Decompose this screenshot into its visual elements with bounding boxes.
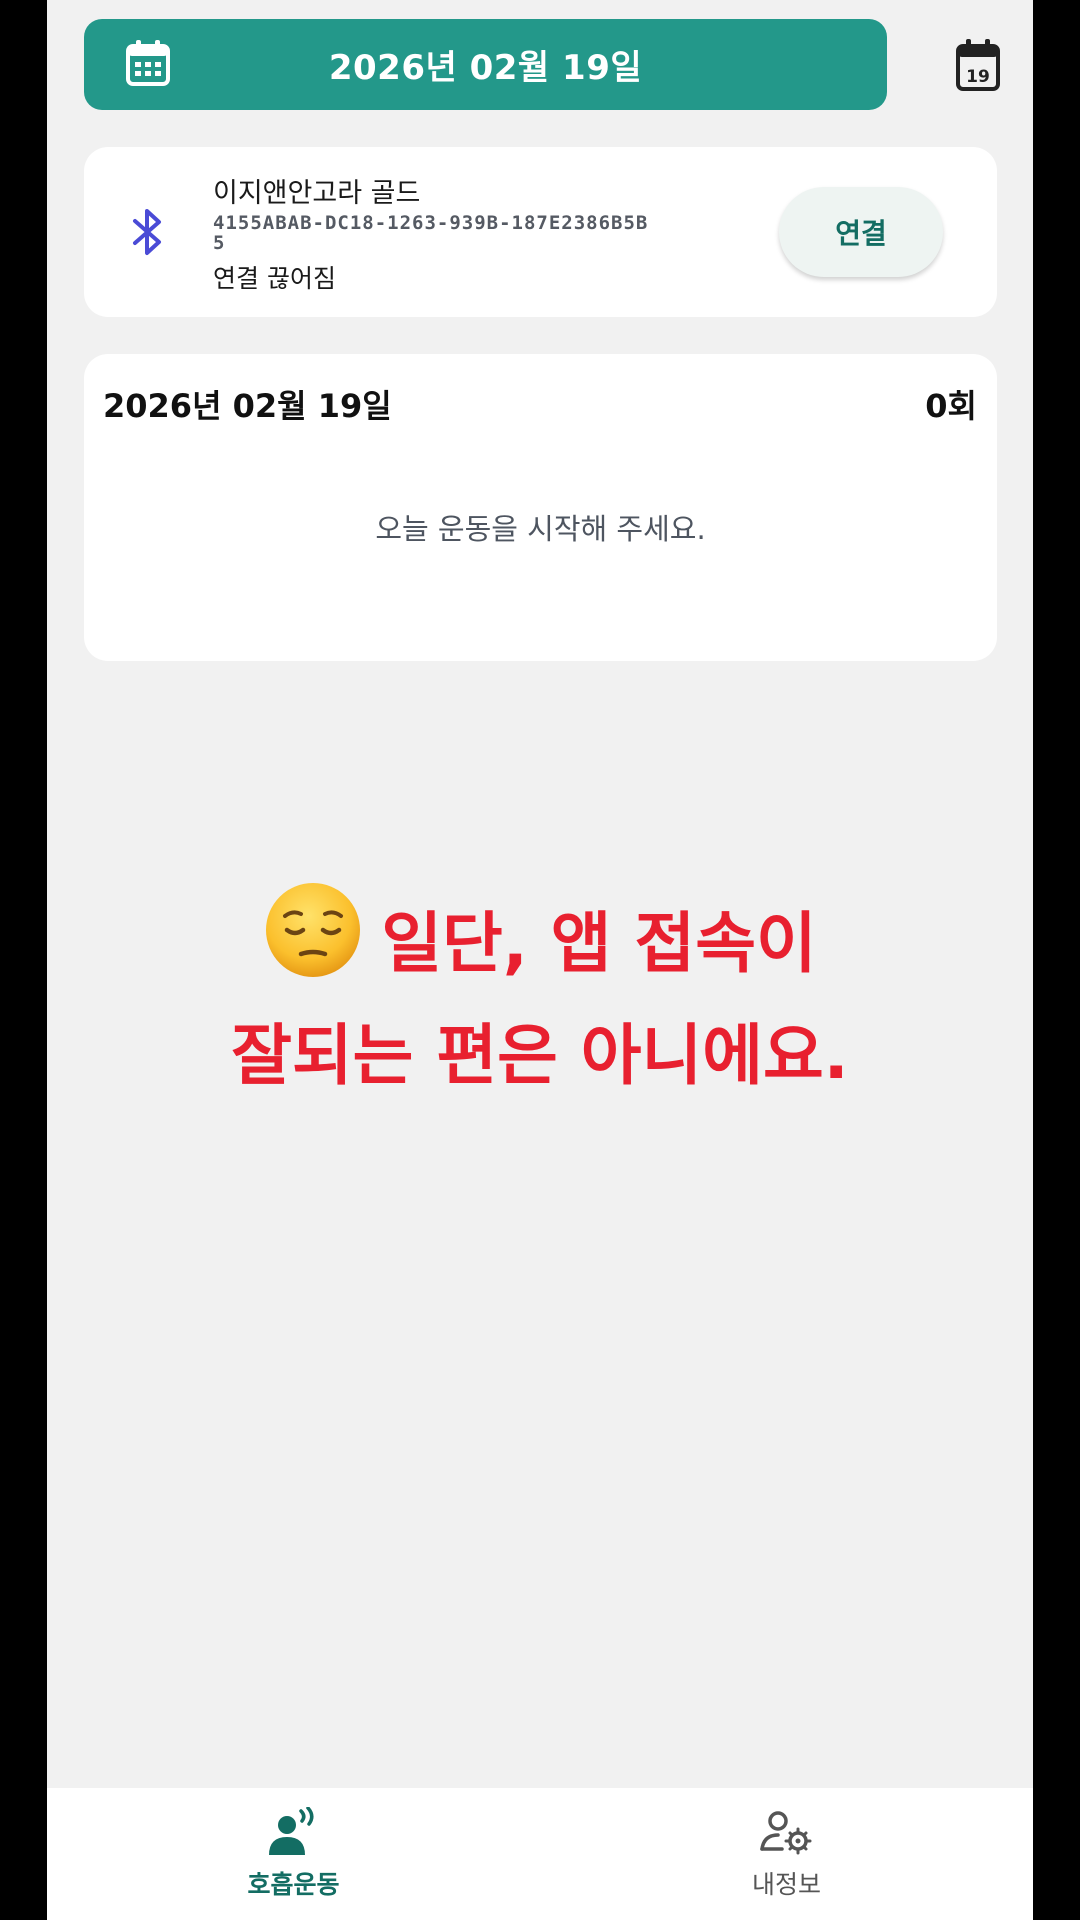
date-selector[interactable]: 2026년 02월 19일: [84, 19, 887, 110]
overlay-caption: 일단, 앱 접속이 잘되는 편은 아니에요.: [47, 880, 1033, 1112]
device-uuid: 4155ABAB-DC18-1263-939B-187E2386B5B5: [213, 212, 649, 254]
user-settings-icon: [759, 1811, 811, 1855]
nav-label-breathing: 호흡운동: [247, 1870, 340, 1899]
pensive-face-emoji: [266, 883, 361, 977]
empty-message: 오늘 운동을 시작해 주세요.: [375, 512, 706, 546]
device-card: 이지앤안고라 골드 4155ABAB-DC18-1263-939B-187E23…: [84, 147, 997, 317]
device-name: 이지앤안고라 골드: [213, 178, 421, 209]
caption-line-2: 잘되는 편은 아니에요.: [231, 1017, 849, 1094]
exercise-summary-card: 2026년 02월 19일 0회 오늘 운동을 시작해 주세요.: [84, 354, 997, 661]
caption-text-1: 일단, 앱 접속이: [381, 905, 817, 982]
today-day: 19: [966, 67, 990, 87]
nav-tab-breathing[interactable]: 호흡운동: [47, 1788, 540, 1920]
nav-tab-my-info[interactable]: 내정보: [540, 1788, 1033, 1920]
nav-label-my-info: 내정보: [751, 1870, 821, 1899]
bluetooth-icon: [133, 209, 161, 255]
caption-line-1: 일단, 앱 접속이: [47, 880, 1033, 1000]
bottom-navigation: 호흡운동 내정보: [47, 1788, 1033, 1920]
connect-button[interactable]: 연결: [779, 187, 943, 277]
calendar-today-icon[interactable]: 19: [955, 38, 1001, 92]
header-date: 2026년 02월 19일: [328, 48, 643, 88]
summary-count: 0회: [925, 387, 977, 425]
calendar-icon: [126, 40, 170, 86]
app-screen: 2026년 02월 19일 19 이지앤안고라 골드 4155ABAB-DC18…: [47, 0, 1033, 1920]
summary-date: 2026년 02월 19일: [103, 387, 392, 425]
breathing-exercise-icon: [268, 1807, 313, 1855]
device-status: 연결 끊어짐: [213, 264, 336, 293]
